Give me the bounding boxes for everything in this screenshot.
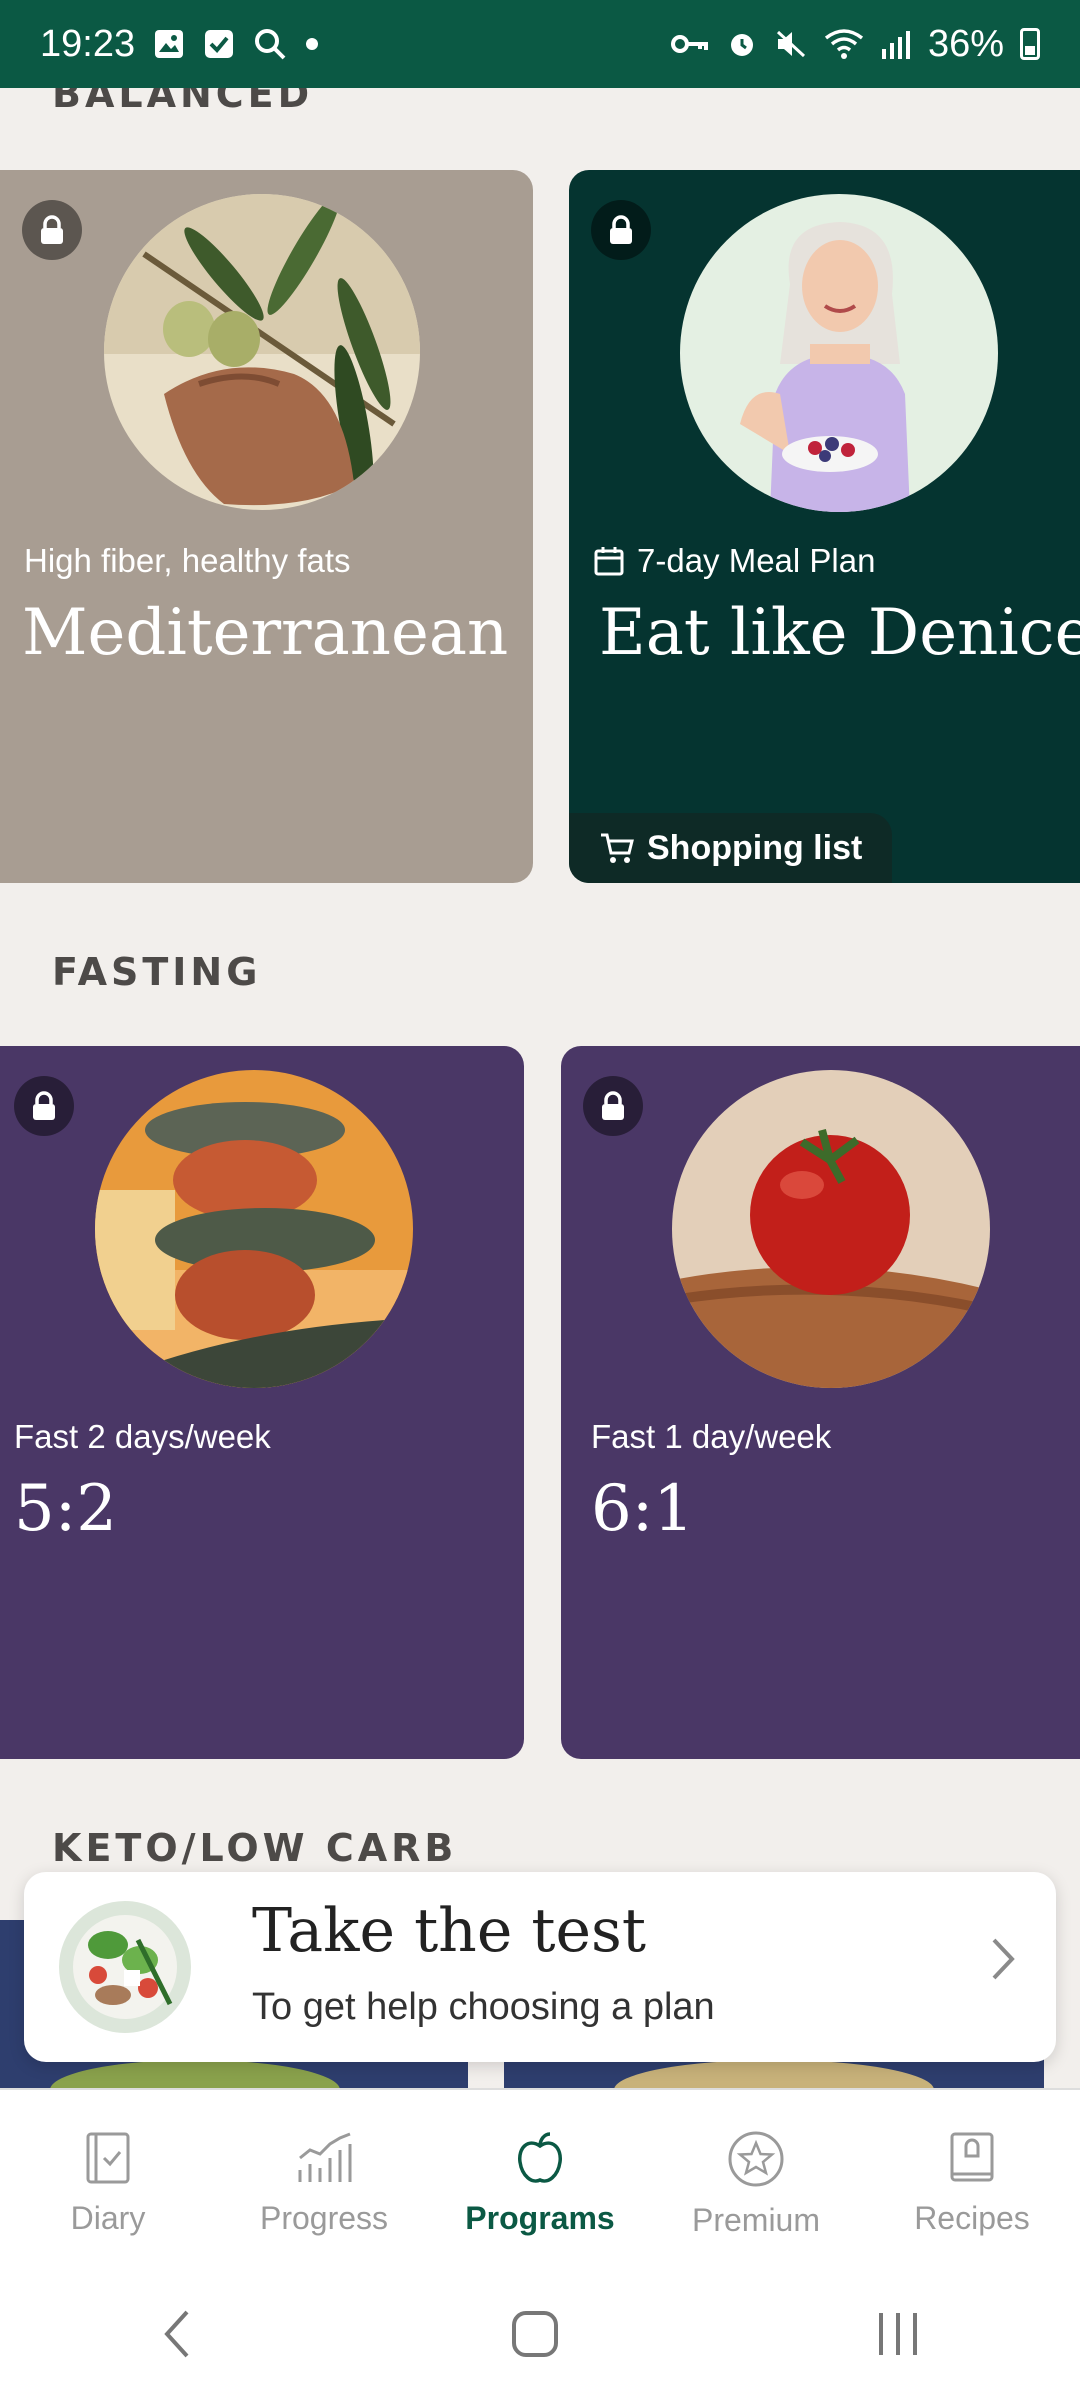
section-fasting: FASTING [52,950,262,994]
lock-icon [591,200,651,260]
wifi-icon [824,28,864,60]
progress-icon [298,2132,352,2182]
dot-icon [305,37,319,51]
mute-icon [774,28,808,60]
home-icon[interactable] [510,2309,560,2359]
bottom-navigation: Diary Progress Programs Premium Recipes [0,2088,1080,2270]
chevron-right-icon [990,1936,1016,1987]
cheese-photo [614,2060,934,2090]
denice-photo [680,194,998,512]
nav-item-recipes[interactable]: Recipes [864,2090,1080,2270]
stones-photo [95,1070,413,1388]
gallery-icon [153,28,185,60]
mediterranean-card[interactable]: High fiber, healthy fats Mediterranean [0,170,533,883]
section-keto: KETO/LOW CARB [52,1826,458,1870]
nav-item-diary[interactable]: Diary [0,2090,216,2270]
denice-title: Eat like Denice [599,596,1080,670]
olive-photo [104,194,420,510]
system-navigation-bar [0,2268,1080,2400]
nav-item-progress[interactable]: Progress [216,2090,432,2270]
nav-label-progress: Progress [259,2200,389,2236]
lock-icon [14,1076,74,1136]
battery-icon [1020,28,1040,60]
five-two-card[interactable]: Fast 2 days/week 5:2 [0,1046,524,1759]
nav-label-premium: Premium [691,2202,820,2238]
lock-icon [583,1076,643,1136]
diary-icon [86,2132,130,2184]
banner-subtitle: To get help choosing a plan [252,1986,715,2028]
nav-item-premium[interactable]: Premium [648,2090,864,2270]
search-icon [253,27,287,61]
five-two-subtitle: Fast 2 days/week [14,1418,271,1455]
meal-plan-label: 7-day Meal Plan [637,542,876,579]
recent-apps-icon[interactable] [873,2309,923,2359]
tomato-photo [672,1070,990,1388]
recipes-icon [950,2132,994,2182]
banner-title: Take the test [252,1896,646,1966]
apple-icon [518,2132,562,2183]
six-one-title: 6:1 [591,1472,694,1546]
checkbox-icon [203,28,235,60]
back-icon[interactable] [157,2306,197,2362]
five-two-title: 5:2 [14,1472,117,1546]
mediterranean-subtitle: High fiber, healthy fats [24,542,351,579]
avocado-photo [50,2060,340,2090]
mediterranean-title: Mediterranean [22,596,509,670]
star-icon [728,2131,784,2187]
shopping-list-button[interactable]: Shopping list [569,813,893,883]
lock-icon [22,200,82,260]
cart-icon [601,833,634,863]
battery-percent: 36% [927,22,1004,65]
signal-icon [880,29,912,59]
vpn-key-icon [670,30,710,58]
nav-item-programs[interactable]: Programs [432,2090,648,2270]
status-time: 19:23 [40,22,136,65]
nav-label-programs: Programs [465,2200,615,2236]
nav-label-diary: Diary [70,2200,146,2236]
six-one-subtitle: Fast 1 day/week [591,1418,832,1455]
eat-like-denice-card[interactable]: 7-day Meal Plan Eat like Denice Shopping… [569,170,1080,883]
calendar-icon [594,547,624,576]
alarm-icon [726,28,758,60]
six-one-card[interactable]: Fast 1 day/week 6:1 [561,1046,1080,1759]
nav-label-recipes: Recipes [914,2200,1030,2236]
take-the-test-banner[interactable]: Take the test To get help choosing a pla… [24,1872,1056,2062]
salad-bowl-icon [58,1900,192,2034]
meal-plan-subtitle: 7-day Meal Plan [593,542,875,580]
shopping-list-label: Shopping list [647,828,863,867]
status-bar: 19:23 36% [0,0,1080,88]
